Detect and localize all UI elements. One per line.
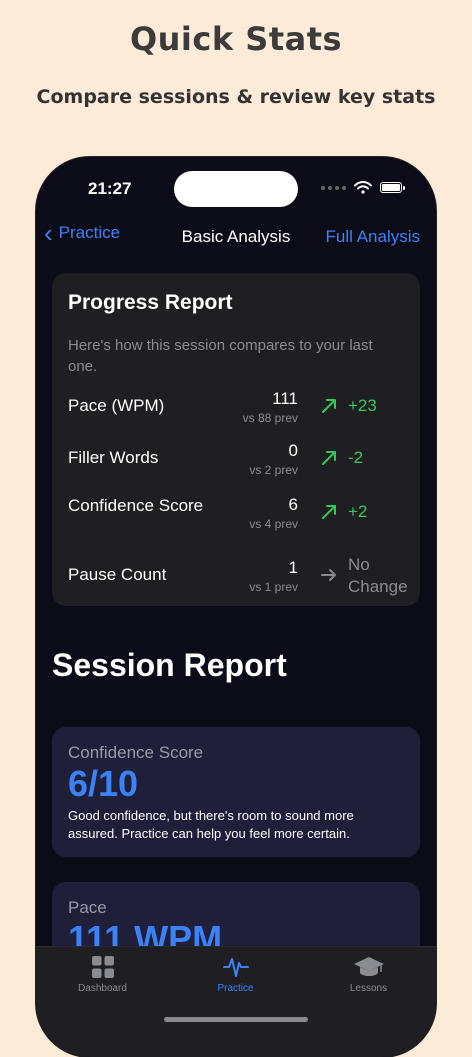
metric-label: Confidence Score bbox=[68, 496, 204, 515]
metric-value: 111 bbox=[272, 389, 298, 408]
arrow-up-right-icon bbox=[322, 505, 336, 519]
status-icons bbox=[321, 181, 405, 194]
metric-delta: +23 bbox=[348, 396, 377, 415]
metric-previous: vs 4 prev bbox=[249, 517, 298, 531]
confidence-score-description: Good confidence, but there's room to sou… bbox=[68, 808, 354, 841]
metric-previous: vs 1 prev bbox=[249, 580, 298, 594]
confidence-score-label: Confidence Score bbox=[68, 743, 204, 762]
metric-row-pace: Pace (WPM) 111 vs 88 prev +23 bbox=[68, 389, 408, 429]
tab-label: Practice bbox=[217, 983, 254, 994]
metric-previous: vs 2 prev bbox=[249, 463, 298, 477]
confidence-score-card: Confidence Score 6/10 Good confidence, b… bbox=[52, 727, 420, 857]
dynamic-island bbox=[174, 171, 298, 207]
progress-report-description: Here's how this session compares to your… bbox=[68, 337, 373, 375]
tab-lessons[interactable]: Lessons bbox=[302, 955, 435, 994]
arrow-right-icon bbox=[321, 569, 336, 581]
tab-label: Dashboard bbox=[78, 983, 127, 994]
metric-row-pause-count: Pause Count 1 vs 1 prev No Change bbox=[68, 555, 408, 604]
signal-icon bbox=[321, 185, 346, 190]
phone-screen: 21:27 ‹ Practice Basic Analysis Full Ana… bbox=[36, 157, 436, 1057]
progress-report-card: Progress Report Here's how this session … bbox=[52, 273, 420, 606]
waveform-icon bbox=[222, 958, 249, 977]
home-indicator bbox=[164, 1017, 308, 1022]
confidence-score-value: 6/10 bbox=[68, 763, 139, 804]
status-time: 21:27 bbox=[88, 179, 132, 198]
wifi-icon bbox=[354, 181, 372, 194]
metric-value: 0 bbox=[288, 441, 298, 460]
promo-headline: Quick Stats bbox=[129, 20, 343, 58]
metric-label: Pause Count bbox=[68, 565, 167, 584]
arrow-up-right-icon bbox=[322, 451, 336, 465]
session-report-title: Session Report bbox=[52, 647, 287, 683]
progress-report-title: Progress Report bbox=[68, 291, 233, 314]
back-button[interactable]: ‹ Practice bbox=[44, 218, 121, 248]
navigation-bar: ‹ Practice Basic Analysis Full Analysis bbox=[36, 218, 436, 251]
metric-label: Filler Words bbox=[68, 448, 159, 467]
metric-value: 6 bbox=[288, 495, 298, 514]
battery-icon bbox=[380, 182, 405, 193]
metric-previous: vs 88 prev bbox=[242, 411, 298, 425]
metric-delta: -2 bbox=[348, 448, 364, 467]
tab-dashboard[interactable]: Dashboard bbox=[36, 955, 169, 994]
tab-label: Lessons bbox=[349, 983, 388, 994]
arrow-up-right-icon bbox=[322, 399, 336, 413]
metric-delta: No Change bbox=[348, 555, 408, 596]
pace-label: Pace bbox=[68, 898, 107, 917]
tab-practice[interactable]: Practice bbox=[169, 955, 302, 994]
grid-icon bbox=[91, 956, 114, 978]
full-analysis-button[interactable]: Full Analysis bbox=[326, 227, 420, 247]
back-button-label: Practice bbox=[58, 223, 121, 242]
metric-row-confidence: Confidence Score 6 vs 4 prev +2 bbox=[68, 495, 408, 541]
promo-subline: Compare sessions & review key stats bbox=[36, 86, 436, 108]
metric-value: 1 bbox=[288, 558, 298, 577]
metric-label: Pace (WPM) bbox=[68, 396, 165, 415]
chevron-left-icon: ‹ bbox=[44, 218, 53, 248]
tab-bar: Dashboard Practice Lessons bbox=[36, 946, 436, 1057]
graduation-cap-icon bbox=[353, 957, 384, 976]
metric-delta: +2 bbox=[348, 502, 368, 521]
metric-row-filler-words: Filler Words 0 vs 2 prev -2 bbox=[68, 441, 408, 481]
